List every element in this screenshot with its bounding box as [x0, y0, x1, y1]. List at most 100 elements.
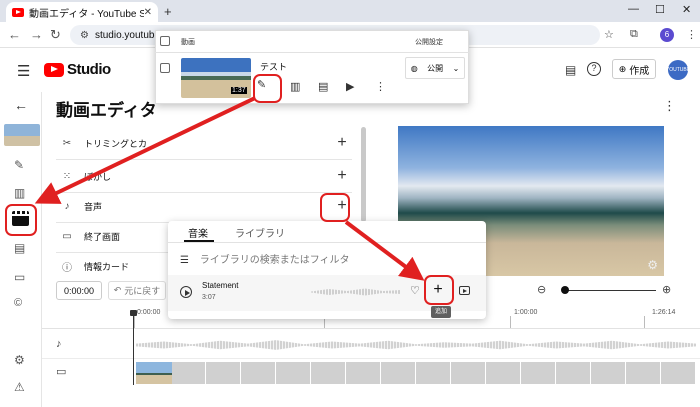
studio-logo[interactable]: Studio [44, 61, 111, 78]
zoom-slider-handle[interactable] [561, 286, 569, 294]
timecode-field[interactable]: 0:00:00 [56, 281, 102, 300]
panel-row-trim[interactable]: ✂ トリミングとカ + [56, 127, 352, 160]
undo-icon: ↶ [113, 285, 122, 295]
highlight-track-add [424, 275, 454, 305]
chevron-down-icon: ⌄ [452, 63, 460, 73]
tab-music[interactable]: 音楽 [188, 225, 208, 240]
subtitles-icon[interactable]: ▭ [14, 270, 25, 284]
track-duration: 3:07 [202, 294, 216, 301]
visibility-value: 公開 [427, 63, 444, 73]
maximize-icon[interactable]: ☐ [655, 3, 665, 16]
youtube-logo-icon [44, 62, 64, 77]
analytics-icon[interactable]: ▥ [14, 186, 25, 200]
comments-action-icon[interactable]: ▤ [318, 80, 328, 93]
create-button-label: 作成 [629, 65, 650, 77]
analytics-action-icon[interactable]: ▥ [290, 80, 300, 93]
page-title: 動画エディタ [56, 101, 157, 120]
library-search-field[interactable]: ☰ ライブラリの検索またはフィルタ [180, 251, 350, 266]
panel-row-label: トリミングとカ [84, 138, 148, 149]
tab-close-icon[interactable]: ✕ [144, 7, 152, 18]
video-track-thumbnail [136, 362, 172, 384]
popup-divider [155, 52, 469, 53]
profile-avatar[interactable]: 6 [660, 28, 674, 42]
browser-tab-title: 動画エディタ - YouTube Studio [29, 8, 144, 20]
track-play-icon[interactable] [180, 286, 192, 298]
panel-row-label: ぼかし [84, 171, 112, 182]
globe-icon: ◍ [410, 63, 418, 73]
undo-button[interactable]: ↶ 元に戻す [108, 281, 166, 300]
window-close-icon[interactable]: ✕ [682, 3, 691, 16]
audio-track-icon: ♪ [56, 338, 62, 350]
ruler-label-mid: 1:00:00 [514, 309, 538, 316]
reload-icon[interactable]: ↻ [50, 27, 61, 43]
extensions-icon[interactable]: ⧉ [630, 28, 638, 41]
ruler-label-start: 0:00:00 [137, 309, 161, 316]
youtube-link-icon[interactable] [459, 286, 470, 295]
back-arrow-icon[interactable]: ← [14, 97, 28, 113]
new-tab-button[interactable]: + [164, 4, 172, 19]
panel-scrollbar[interactable] [361, 127, 366, 222]
video-track[interactable] [136, 362, 696, 384]
filter-icon[interactable]: ☰ [180, 255, 189, 266]
youtube-favicon-icon [12, 7, 24, 17]
add-trim-button[interactable]: + [332, 134, 352, 152]
channel-avatar[interactable]: YOUTUBE [666, 60, 690, 80]
feedback-icon[interactable]: ▤ [565, 63, 576, 77]
highlight-editor [5, 204, 37, 236]
zoom-slider-track[interactable] [566, 290, 656, 291]
copyright-icon[interactable]: © [14, 297, 22, 309]
help-icon[interactable]: ? [587, 62, 601, 76]
create-button[interactable]: ⊕ 作成 [612, 59, 656, 79]
add-tooltip: 追加 [431, 306, 451, 318]
bookmark-star-icon[interactable]: ☆ [604, 28, 614, 41]
browser-menu-icon[interactable]: ⋮ [686, 28, 697, 41]
studio-logo-text: Studio [67, 61, 111, 78]
create-video-icon: ⊕ [618, 63, 627, 74]
panel-row-label: 音声 [84, 201, 103, 212]
add-blur-button[interactable]: + [332, 167, 352, 185]
tab-divider [168, 242, 486, 243]
library-search-placeholder: ライブラリの検索またはフィルタ [199, 255, 350, 266]
site-info-icon[interactable]: ⚙ [80, 30, 89, 41]
more-options-icon[interactable]: ⋮ [663, 98, 676, 114]
highlight-audio-add [320, 193, 350, 222]
video-duration-badge: 1:37 [231, 87, 247, 94]
hamburger-menu-icon[interactable]: ☰ [17, 62, 30, 80]
browser-tab[interactable]: 動画エディタ - YouTube Studio ✕ [6, 2, 158, 22]
back-nav-icon[interactable]: ← [8, 27, 21, 42]
video-title[interactable]: テスト [260, 60, 287, 73]
column-header-visibility: 公開設定 [415, 39, 443, 46]
scissors-icon: ✂ [62, 137, 72, 149]
preview-settings-icon[interactable]: ⚙ [647, 258, 658, 272]
panel-row-blur[interactable]: ⁙ ぼかし + [56, 160, 352, 193]
panel-row-audio[interactable]: ♪ 音声 + [56, 190, 352, 223]
comments-icon[interactable]: ▤ [14, 241, 25, 255]
video-track-icon: ▭ [56, 366, 67, 378]
forward-nav-icon[interactable]: → [30, 27, 43, 42]
video-thumbnail-small[interactable] [4, 124, 40, 146]
favorite-heart-icon[interactable]: ♡ [410, 284, 420, 297]
row-checkbox[interactable] [160, 63, 170, 73]
music-note-icon: ♪ [64, 200, 70, 212]
minimize-icon[interactable]: — [628, 3, 639, 15]
playhead[interactable] [133, 310, 134, 385]
select-all-checkbox[interactable] [160, 36, 170, 46]
track-name: Statement [202, 281, 239, 290]
undo-label: 元に戻す [124, 286, 161, 296]
blur-icon: ⁙ [62, 170, 72, 182]
column-header-video: 動画 [181, 39, 195, 46]
highlight-pencil [253, 74, 282, 103]
settings-gear-icon[interactable]: ⚙ [14, 353, 25, 367]
end-screen-icon: ▭ [62, 230, 72, 242]
zoom-in-icon[interactable]: ⊕ [662, 283, 671, 296]
zoom-out-icon[interactable]: ⊖ [537, 283, 546, 296]
feedback-rail-icon[interactable]: ⚠ [14, 380, 25, 394]
info-icon: ⓘ [62, 263, 72, 274]
details-pencil-icon[interactable]: ✎ [14, 158, 24, 172]
youtube-action-icon[interactable]: ▶ [346, 80, 354, 93]
tab-library[interactable]: ライブラリ [235, 225, 285, 240]
playhead-handle[interactable] [130, 310, 137, 316]
more-action-icon[interactable]: ⋮ [375, 80, 386, 93]
ruler-label-end: 1:26:14 [652, 309, 676, 316]
visibility-dropdown[interactable]: ◍ 公開 ⌄ [405, 57, 465, 79]
